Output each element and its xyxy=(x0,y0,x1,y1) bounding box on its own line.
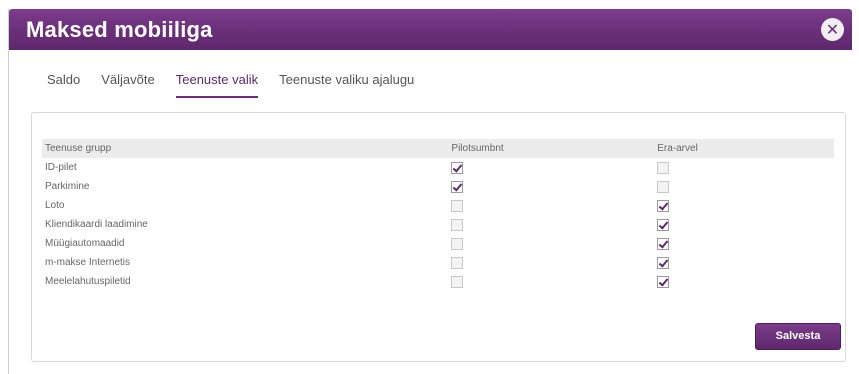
col-b-checkbox[interactable] xyxy=(657,199,670,212)
table-row: Parkimine xyxy=(42,177,834,196)
services-panel: Teenuse grupp Pilotsumbnt Era-arvel ID-p… xyxy=(31,112,846,362)
col-b-checkbox[interactable] xyxy=(657,237,670,250)
service-name: Parkimine xyxy=(45,181,90,192)
tab-valjavote[interactable]: Väljavõte xyxy=(101,72,154,98)
service-name: m-makse Internetis xyxy=(45,257,131,268)
header-col-b: Era-arvel xyxy=(654,139,834,158)
table-row: ID-pilet xyxy=(42,158,834,177)
col-a-cell xyxy=(448,234,654,253)
services-table: Teenuse grupp Pilotsumbnt Era-arvel ID-p… xyxy=(42,139,834,291)
col-a-checkbox[interactable] xyxy=(451,180,464,193)
col-a-checkbox[interactable] xyxy=(451,199,464,212)
col-b-checkbox[interactable] xyxy=(657,180,670,193)
close-icon[interactable]: ✕ xyxy=(821,18,844,41)
save-button[interactable]: Salvesta xyxy=(755,323,841,350)
service-name: Kliendikaardi laadimine xyxy=(45,219,148,230)
header-service-group: Teenuse grupp xyxy=(42,139,449,158)
col-a-cell xyxy=(448,177,654,196)
col-b-cell xyxy=(654,215,834,234)
col-a-cell xyxy=(448,196,654,215)
col-a-checkbox[interactable] xyxy=(451,275,464,288)
tab-bar: Saldo Väljavõte Teenuste valik Teenuste … xyxy=(47,72,435,98)
col-b-checkbox[interactable] xyxy=(657,256,670,269)
table-row: Loto xyxy=(42,196,834,215)
col-b-checkbox[interactable] xyxy=(657,275,670,288)
col-a-cell xyxy=(448,158,654,177)
service-name: Meelelahutuspiletid xyxy=(45,276,131,287)
table-row: Müügiautomaadid xyxy=(42,234,834,253)
tab-teenuste-valik[interactable]: Teenuste valik xyxy=(175,72,259,98)
tab-teenuste-valiku-ajalugu[interactable]: Teenuste valiku ajalugu xyxy=(279,72,414,98)
dialog-title: Maksed mobiiliga xyxy=(26,17,213,42)
table-row: m-makse Internetis xyxy=(42,253,834,272)
table-row: Meelelahutuspiletid xyxy=(42,272,834,291)
col-a-cell xyxy=(448,272,654,291)
col-a-checkbox[interactable] xyxy=(451,218,464,231)
table-row: Kliendikaardi laadimine xyxy=(42,215,834,234)
col-b-checkbox[interactable] xyxy=(657,218,670,231)
col-b-cell xyxy=(654,234,834,253)
header-col-a: Pilotsumbnt xyxy=(448,139,655,158)
title-bar: Maksed mobiiliga ✕ xyxy=(9,9,852,50)
col-b-checkbox[interactable] xyxy=(657,161,670,174)
col-a-checkbox[interactable] xyxy=(451,256,464,269)
col-b-cell xyxy=(654,196,834,215)
col-b-cell xyxy=(654,158,834,177)
service-name: ID-pilet xyxy=(45,162,77,173)
tab-saldo[interactable]: Saldo xyxy=(47,72,80,98)
table-header-row: Teenuse grupp Pilotsumbnt Era-arvel xyxy=(42,139,834,158)
col-b-cell xyxy=(654,253,834,272)
service-name: Müügiautomaadid xyxy=(45,238,125,249)
col-b-cell xyxy=(654,177,834,196)
col-a-checkbox[interactable] xyxy=(451,161,464,174)
col-b-cell xyxy=(654,272,834,291)
col-a-cell xyxy=(448,253,654,272)
col-a-checkbox[interactable] xyxy=(451,237,464,250)
service-name: Loto xyxy=(45,200,65,211)
col-a-cell xyxy=(448,215,654,234)
dialog: Maksed mobiiliga ✕ Saldo Väljavõte Teenu… xyxy=(8,9,859,374)
